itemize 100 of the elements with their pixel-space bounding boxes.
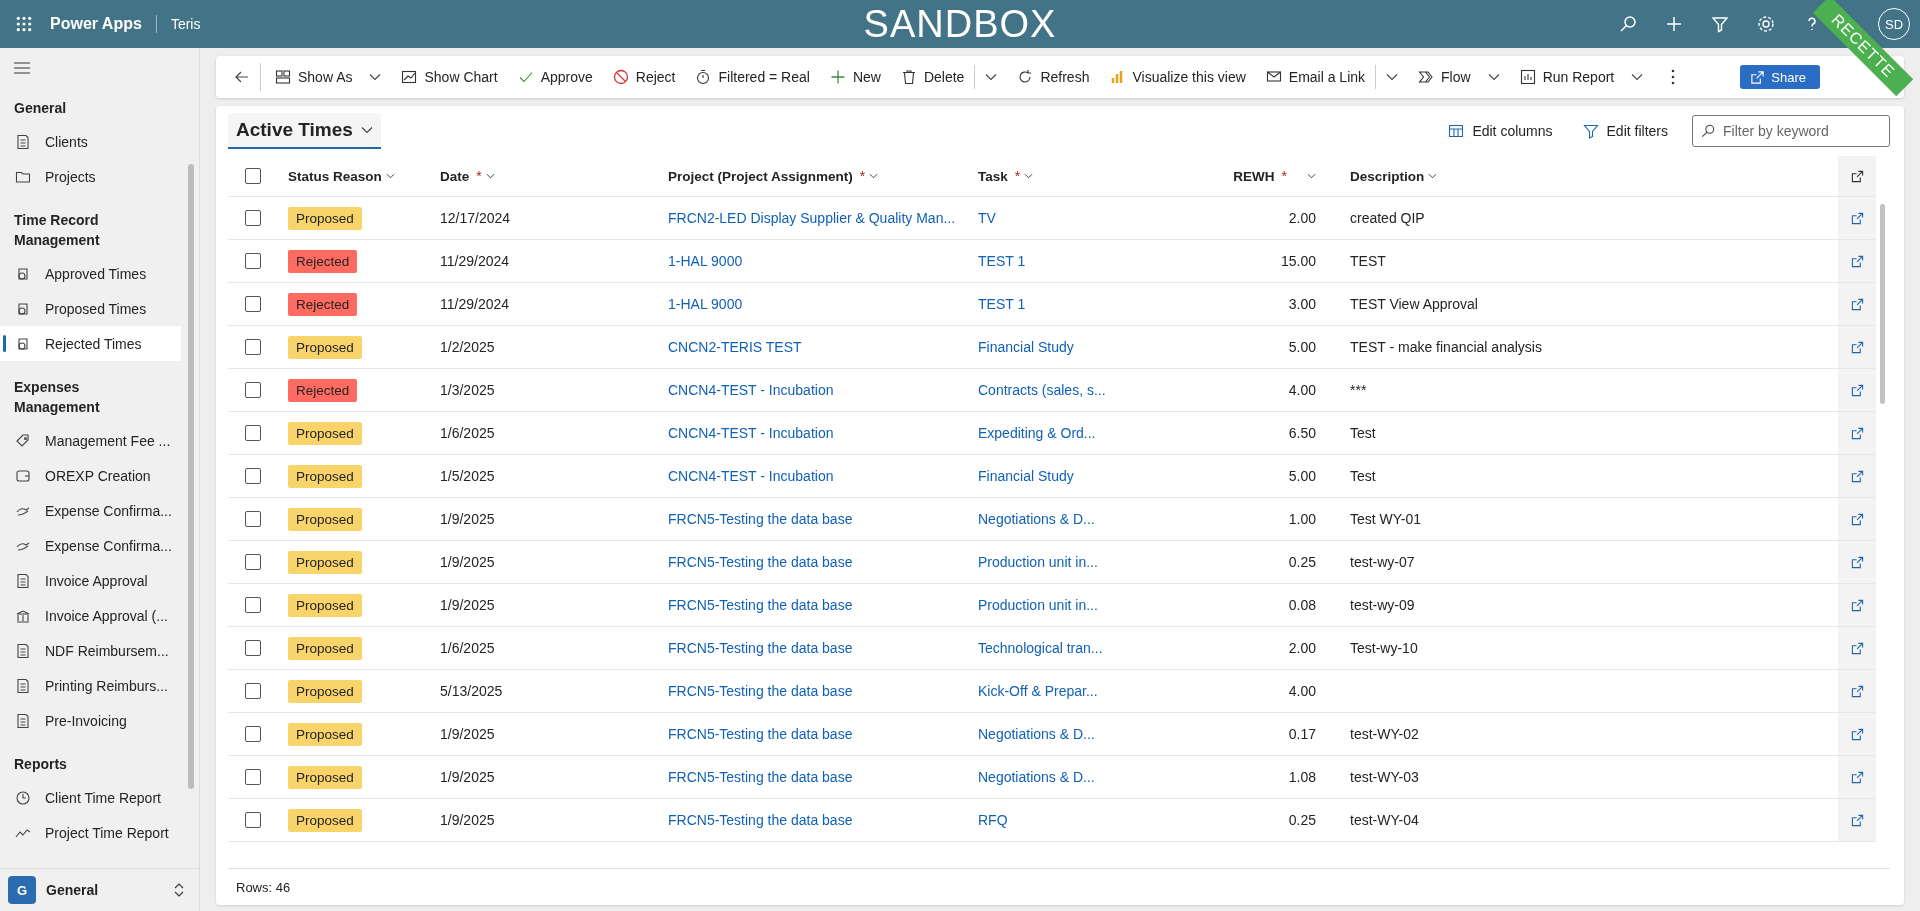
status-tag: Rejected [288, 292, 358, 316]
task-link[interactable]: Kick-Off & Prepar... [978, 683, 1098, 699]
task-link[interactable]: Production unit in... [978, 597, 1098, 613]
table-cell: test-WY-02 [1350, 726, 1419, 742]
environment-label: SANDBOX [863, 2, 1057, 46]
table-cell: 0.25 [1288, 812, 1316, 828]
command-button[interactable]: Reject [602, 59, 686, 95]
task-link[interactable]: Negotiations & D... [978, 769, 1095, 785]
nav-item[interactable]: NDF Reimbursem... [0, 633, 181, 668]
task-link[interactable]: RFQ [978, 812, 1008, 828]
project-link[interactable]: 1-HAL 9000 [668, 296, 743, 312]
table-cell: 3.00 [1288, 296, 1316, 312]
nav-item[interactable]: Clients [0, 124, 181, 159]
nav-item[interactable]: Printing Reimburs... [0, 668, 181, 703]
nav-item[interactable]: Expense Confirma... [0, 493, 181, 528]
table-cell: 4.00 [1288, 382, 1316, 398]
table-cell: 1/9/2025 [440, 597, 495, 613]
search-field[interactable]: Filter by keyword [1692, 115, 1890, 147]
project-link[interactable]: CNCN4-TEST - Incubation [668, 425, 834, 441]
project-link[interactable]: FRCN5-Testing the data base [668, 554, 853, 570]
required-mark: * [859, 168, 866, 184]
table-cell: 11/29/2024 [440, 253, 510, 269]
share-button[interactable]: Share [1740, 65, 1820, 89]
table-cell: Test WY-01 [1350, 511, 1422, 527]
project-link[interactable]: FRCN5-Testing the data base [668, 683, 853, 699]
nav-item[interactable]: Approved Times [0, 256, 181, 291]
column-header[interactable]: Description [1350, 168, 1425, 184]
nav-item[interactable]: Invoice Approval [0, 563, 181, 598]
command-button[interactable]: Refresh [1007, 59, 1100, 95]
area-switcher[interactable]: G General [0, 868, 199, 911]
task-link[interactable]: TEST 1 [978, 296, 1026, 312]
column-header[interactable]: Status Reason [288, 168, 382, 184]
status-tag: Rejected [288, 249, 358, 273]
nav-item[interactable]: Management Fee ... [0, 423, 181, 458]
command-button[interactable]: Show Chart [391, 59, 508, 95]
task-link[interactable]: TEST 1 [978, 253, 1026, 269]
table-cell: test-wy-07 [1350, 554, 1415, 570]
nav-item[interactable]: Invoice Approval (... [0, 598, 181, 633]
column-header[interactable]: Date [440, 168, 470, 184]
required-mark: * [1281, 168, 1287, 184]
project-link[interactable]: FRCN2-LED Display Supplier & Quality Man... [668, 210, 956, 226]
table-cell: 1/6/2025 [440, 640, 495, 656]
table-cell: 4.00 [1288, 683, 1316, 699]
task-link[interactable]: Financial Study [978, 339, 1074, 355]
project-link[interactable]: 1-HAL 9000 [668, 253, 743, 269]
status-tag: Proposed [288, 679, 362, 703]
task-link[interactable]: Financial Study [978, 468, 1074, 484]
task-link[interactable]: Technological tran... [978, 640, 1103, 656]
column-header[interactable]: Project (Project Assignment) [668, 168, 853, 184]
nav-item[interactable]: Rejected Times [0, 326, 181, 361]
nav-item[interactable]: Pre-Invoicing [0, 703, 181, 738]
edit-filters-button[interactable]: Edit filters [1576, 122, 1674, 140]
nav-group-title: General [13, 99, 68, 118]
command-button[interactable]: Show As [265, 59, 392, 95]
view-selector[interactable]: Active Times [228, 113, 381, 149]
command-button[interactable]: Visualize this view [1099, 59, 1256, 95]
task-link[interactable]: Negotiations & D... [978, 511, 1095, 527]
status-tag: Proposed [288, 335, 362, 359]
project-link[interactable]: FRCN5-Testing the data base [668, 640, 853, 656]
project-link[interactable]: CNCN2-TERIS TEST [668, 339, 802, 355]
nav-item[interactable]: Project Time Report [0, 815, 181, 850]
project-link[interactable]: FRCN5-Testing the data base [668, 597, 853, 613]
project-link[interactable]: FRCN5-Testing the data base [668, 769, 853, 785]
column-header[interactable]: REWH [1233, 168, 1275, 184]
nav-item[interactable]: OREXP Creation [0, 458, 181, 493]
table-cell: TEST [1350, 253, 1386, 269]
task-link[interactable]: Expediting & Ord... [978, 425, 1096, 441]
project-link[interactable]: CNCN4-TEST - Incubation [668, 468, 834, 484]
nav-item[interactable]: Projects [0, 159, 181, 194]
project-link[interactable]: FRCN5-Testing the data base [668, 511, 853, 527]
status-tag: Proposed [288, 593, 362, 617]
nav-item[interactable]: Expense Confirma... [0, 528, 181, 563]
command-button[interactable]: Filtered = Real [685, 59, 820, 95]
project-link[interactable]: FRCN5-Testing the data base [668, 812, 853, 828]
column-header[interactable]: Task [978, 168, 1008, 184]
table-cell: test-WY-04 [1350, 812, 1419, 828]
status-tag: Proposed [288, 808, 362, 832]
nav-group-title: Expenses Management [13, 378, 101, 417]
project-link[interactable]: FRCN5-Testing the data base [668, 726, 853, 742]
command-button[interactable]: New [819, 59, 891, 95]
status-tag: Proposed [288, 550, 362, 574]
edit-columns-button[interactable]: Edit columns [1442, 122, 1559, 140]
nav-item[interactable]: Client Time Report [0, 780, 181, 815]
command-button[interactable]: Run Report [1509, 59, 1654, 95]
table-cell: 5.00 [1288, 468, 1316, 484]
table-cell: 1/9/2025 [440, 554, 495, 570]
task-link[interactable]: TV [978, 210, 996, 226]
nav-item[interactable]: Proposed Times [0, 291, 181, 326]
command-button[interactable]: Flow [1408, 59, 1510, 95]
task-link[interactable]: Negotiations & D... [978, 726, 1095, 742]
command-button[interactable]: Delete [890, 59, 975, 95]
status-tag: Proposed [288, 722, 362, 746]
app-name[interactable]: Power Apps [50, 15, 157, 33]
table-cell: 12/17/2024 [440, 210, 511, 226]
task-link[interactable]: Production unit in... [978, 554, 1098, 570]
table-cell: 0.25 [1288, 554, 1316, 570]
task-link[interactable]: Contracts (sales, s... [978, 382, 1106, 398]
command-button[interactable]: Approve [507, 59, 603, 95]
command-button[interactable]: Email a Link [1255, 59, 1376, 95]
project-link[interactable]: CNCN4-TEST - Incubation [668, 382, 834, 398]
